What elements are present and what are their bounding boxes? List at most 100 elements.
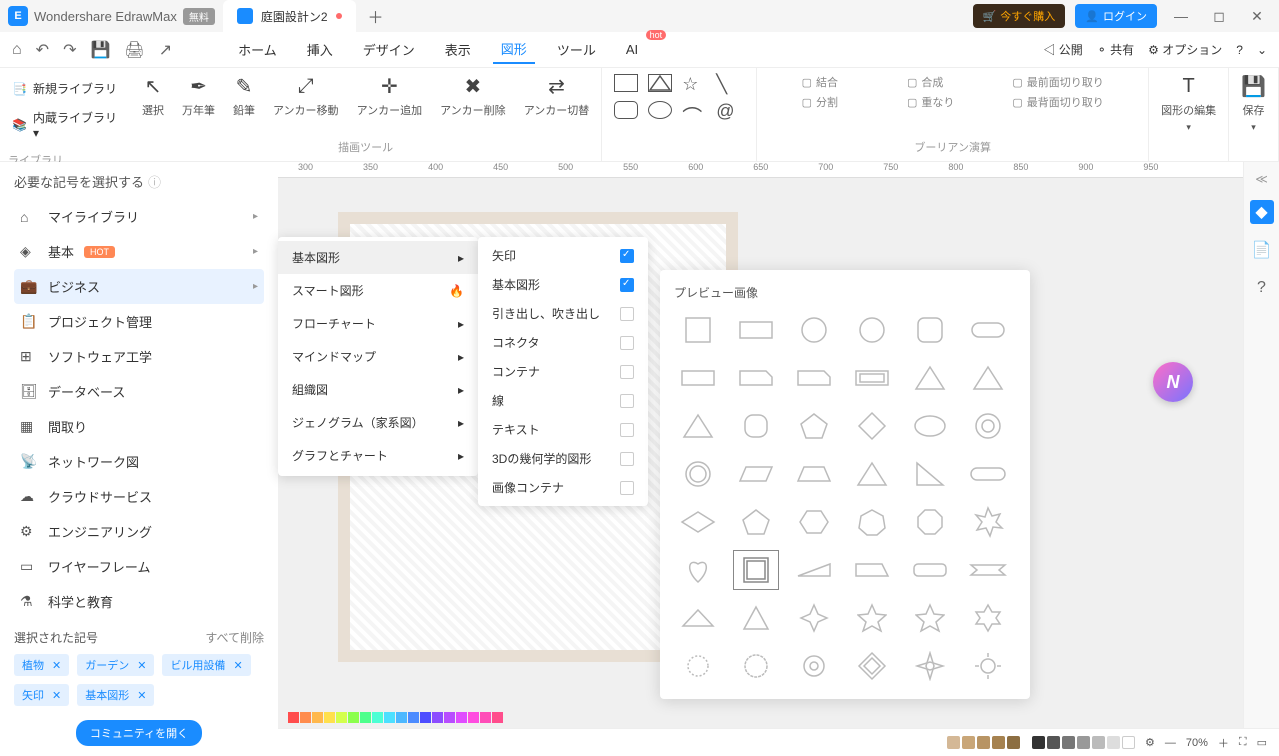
zoom-out-button[interactable]: —: [1165, 737, 1176, 749]
checkbox-icon[interactable]: [620, 481, 634, 495]
tool-anchor-del[interactable]: ✖アンカー削除: [440, 74, 506, 118]
sub1-flow[interactable]: フローチャート▸: [278, 307, 478, 340]
shape-octagon-round[interactable]: [734, 407, 778, 445]
sub2-line[interactable]: 線: [478, 386, 648, 415]
tag-garden[interactable]: ガーデン✕: [77, 654, 154, 676]
shape-pill[interactable]: [966, 455, 1010, 493]
shape-preset-grid[interactable]: ☆ ╲ ⌒ @: [614, 74, 744, 130]
checkbox-icon[interactable]: [620, 452, 634, 466]
shape-sun[interactable]: [966, 647, 1010, 685]
cat-science[interactable]: ⚗科学と教育: [14, 584, 264, 619]
shape-star-burst[interactable]: [966, 503, 1010, 541]
login-button[interactable]: 👤 ログイン: [1075, 4, 1157, 28]
shape-trap2[interactable]: [850, 551, 894, 589]
buy-button[interactable]: 🛒 今すぐ購入: [973, 4, 1066, 28]
menu-insert[interactable]: 挿入: [299, 36, 341, 63]
menu-ai[interactable]: AI: [618, 38, 646, 61]
sub2-text[interactable]: テキスト: [478, 415, 648, 444]
shape-seal[interactable]: [734, 647, 778, 685]
shape-tri-narrow[interactable]: [734, 599, 778, 637]
tool-select[interactable]: ↖選択: [142, 74, 164, 118]
sub1-mind[interactable]: マインドマップ▸: [278, 340, 478, 373]
shape-roundrect-wide[interactable]: [966, 311, 1010, 349]
shape-chamfer[interactable]: [908, 551, 952, 589]
shape-pentagon[interactable]: [792, 407, 836, 445]
zoom-in-button[interactable]: ＋: [1218, 735, 1229, 751]
maximize-button[interactable]: ◻: [1205, 2, 1233, 30]
checkbox-icon[interactable]: [620, 336, 634, 350]
remove-tag-icon[interactable]: ✕: [233, 659, 242, 672]
collapse-icon[interactable]: ≪: [1255, 172, 1268, 186]
shape-diamond2[interactable]: [676, 503, 720, 541]
community-button[interactable]: コミュニティを開く: [76, 720, 202, 746]
checkbox-on-icon[interactable]: [620, 278, 634, 292]
theme-swatches[interactable]: [947, 736, 1135, 749]
settings-icon[interactable]: ⚙: [1145, 736, 1155, 749]
shape-ellipse[interactable]: [850, 311, 894, 349]
tag-plant[interactable]: 植物✕: [14, 654, 69, 676]
menu-design[interactable]: デザイン: [355, 36, 423, 63]
tool-anchor-swap[interactable]: ⇄アンカー切替: [524, 74, 590, 118]
checkbox-on-icon[interactable]: [620, 249, 634, 263]
shape-star4[interactable]: [792, 599, 836, 637]
tag-building[interactable]: ビル用設備✕: [162, 654, 250, 676]
shape-compass[interactable]: [908, 647, 952, 685]
edit-shape-button[interactable]: T図形の編集▾: [1161, 74, 1216, 133]
remove-tag-icon[interactable]: ✕: [137, 689, 146, 702]
tool-anchor-add[interactable]: ✛アンカー追加: [357, 74, 423, 118]
sub1-smart[interactable]: スマート図形🔥: [278, 274, 478, 307]
page-view-icon[interactable]: ▭: [1257, 736, 1267, 749]
menu-shape[interactable]: 図形: [493, 35, 535, 64]
ai-assistant-button[interactable]: N: [1153, 362, 1193, 402]
sub2-container[interactable]: コンテナ: [478, 357, 648, 386]
shape-heart[interactable]: [676, 551, 720, 589]
shape-triangle[interactable]: [908, 359, 952, 397]
home-icon[interactable]: ⌂: [12, 41, 22, 59]
tool-pen[interactable]: ✒万年筆: [182, 74, 215, 118]
cat-basic[interactable]: ◈基本 HOT▸: [14, 234, 264, 269]
checkbox-icon[interactable]: [620, 394, 634, 408]
fit-view-icon[interactable]: ⛶: [1239, 736, 1247, 749]
rail-page-icon[interactable]: 📄: [1250, 238, 1274, 262]
remove-tag-icon[interactable]: ✕: [52, 659, 61, 672]
tag-basic[interactable]: 基本図形✕: [77, 684, 154, 706]
shape-pent2[interactable]: [734, 503, 778, 541]
remove-tag-icon[interactable]: ✕: [137, 659, 146, 672]
shape-dia3[interactable]: [850, 647, 894, 685]
shape-tri3[interactable]: [850, 455, 894, 493]
sub2-basic[interactable]: 基本図形: [478, 270, 648, 299]
sub2-geo3d[interactable]: 3Dの幾何学的図形: [478, 444, 648, 473]
bool-compose[interactable]: ▢ 合成: [907, 74, 998, 90]
checkbox-icon[interactable]: [620, 307, 634, 321]
rail-shape-icon[interactable]: ◆: [1250, 200, 1274, 224]
shape-tri-up[interactable]: [676, 407, 720, 445]
clear-all-button[interactable]: すべて削除: [205, 629, 264, 646]
menu-tool[interactable]: ツール: [549, 36, 604, 63]
bool-overlap[interactable]: ▢ 重なり: [907, 94, 998, 110]
sub1-basic[interactable]: 基本図形▸: [278, 241, 478, 274]
shape-heptagon[interactable]: [850, 503, 894, 541]
shape-burst2[interactable]: [676, 647, 720, 685]
export-icon[interactable]: ↗: [159, 40, 172, 60]
tool-pencil[interactable]: ✎鉛筆: [233, 74, 255, 118]
options-button[interactable]: ⚙ オプション: [1148, 41, 1222, 58]
shape-circle[interactable]: [792, 311, 836, 349]
shape-banner[interactable]: [966, 551, 1010, 589]
shape-rect2[interactable]: [676, 359, 720, 397]
checkbox-icon[interactable]: [620, 365, 634, 379]
cat-software[interactable]: ⊞ソフトウェア工学: [14, 339, 264, 374]
shape-square[interactable]: [676, 311, 720, 349]
bool-back-cut[interactable]: ▢ 最背面切り取り: [1012, 94, 1103, 110]
close-button[interactable]: ✕: [1243, 2, 1271, 30]
rail-help-icon[interactable]: ?: [1250, 276, 1274, 300]
shape-snip[interactable]: [734, 359, 778, 397]
shape-octagon[interactable]: [908, 503, 952, 541]
shape-star6[interactable]: [966, 599, 1010, 637]
sub1-org[interactable]: 組織図▸: [278, 373, 478, 406]
redo-icon[interactable]: ↷: [63, 40, 76, 60]
shape-gear2[interactable]: [792, 647, 836, 685]
builtin-library-button[interactable]: 📚 内蔵ライブラリ▾: [8, 105, 122, 144]
print-icon[interactable]: 🖨: [124, 40, 144, 60]
sub1-gene[interactable]: ジェノグラム（家系図）▸: [278, 406, 478, 439]
color-palette[interactable]: [288, 712, 503, 726]
